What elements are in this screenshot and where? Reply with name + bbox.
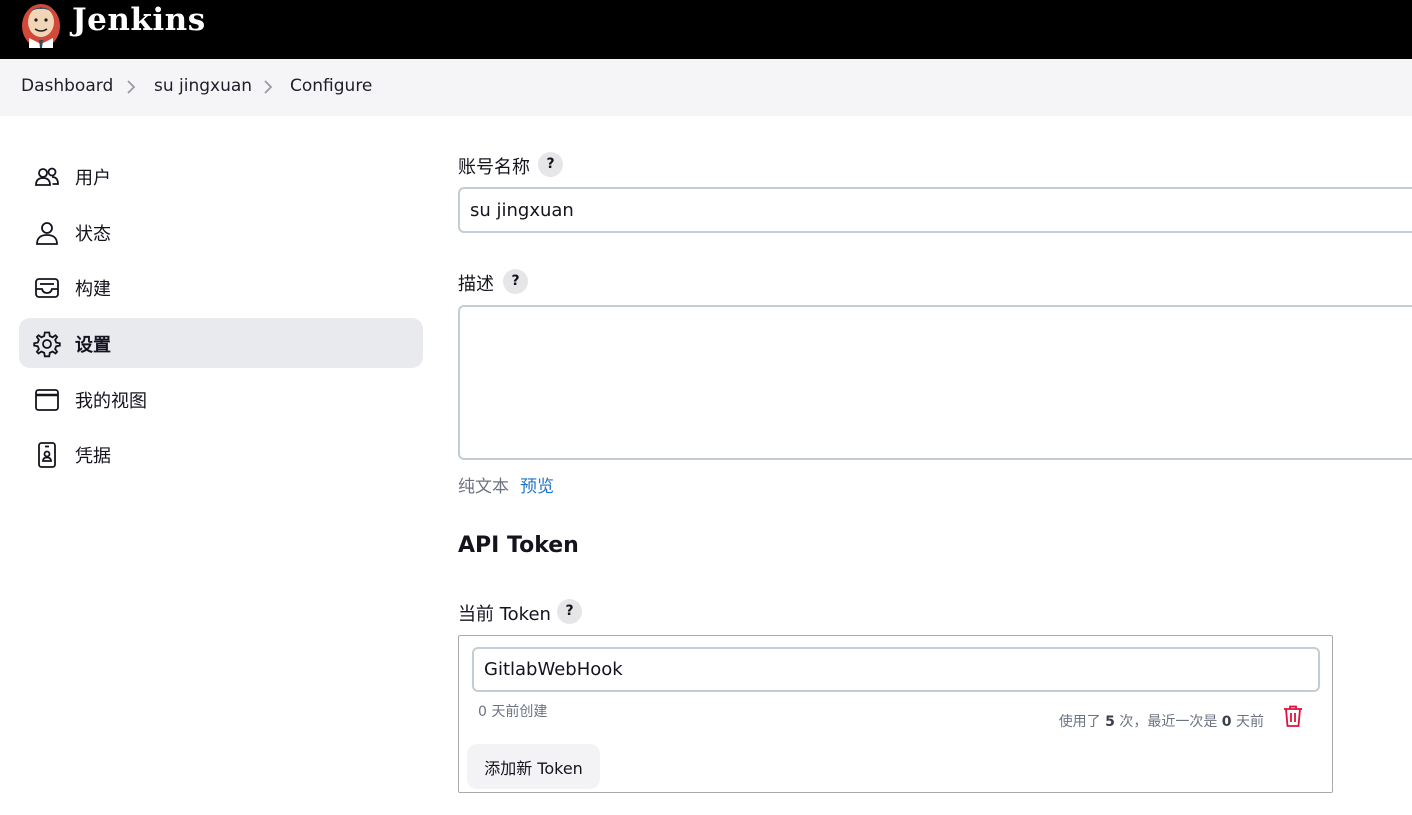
chevron-right-icon bbox=[264, 80, 273, 94]
current-token-help-button[interactable]: ? bbox=[557, 599, 582, 624]
sidebar-item-label: 用户 bbox=[75, 168, 111, 189]
sidebar-item-credentials[interactable]: 凭据 bbox=[19, 429, 423, 479]
breadcrumb: Dashboard su jingxuan Configure bbox=[0, 59, 1412, 116]
sidebar-item-settings[interactable]: 设置 bbox=[19, 318, 423, 368]
sidebar-item-label: 我的视图 bbox=[75, 391, 147, 412]
sidebar-item-status[interactable]: 状态 bbox=[19, 207, 423, 257]
token-list-box: 0 天前创建 使用了 5 次，最近一次是 0 天前 添加新 Token bbox=[458, 635, 1333, 793]
token-name-input[interactable] bbox=[472, 647, 1320, 692]
sidebar-item-label: 状态 bbox=[75, 224, 111, 245]
person-icon bbox=[36, 222, 58, 245]
breadcrumb-configure[interactable]: Configure bbox=[290, 76, 372, 96]
sidebar-item-builds[interactable]: 构建 bbox=[19, 262, 423, 312]
sidebar-item-users[interactable]: 用户 bbox=[19, 151, 423, 201]
description-label: 描述 bbox=[458, 274, 494, 295]
token-created-text: 0 天前创建 bbox=[478, 704, 548, 720]
chevron-right-icon bbox=[127, 80, 136, 94]
format-label: 纯文本 bbox=[458, 477, 509, 497]
description-textarea[interactable] bbox=[458, 305, 1412, 460]
breadcrumb-user[interactable]: su jingxuan bbox=[154, 76, 252, 96]
add-new-token-button[interactable]: 添加新 Token bbox=[467, 744, 600, 789]
preview-link[interactable]: 预览 bbox=[520, 472, 554, 497]
account-name-label: 账号名称 bbox=[458, 157, 530, 178]
trash-icon[interactable] bbox=[1282, 704, 1304, 728]
sidebar-item-my-views[interactable]: 我的视图 bbox=[19, 374, 423, 424]
users-icon bbox=[35, 167, 59, 186]
gear-icon bbox=[33, 331, 61, 358]
top-header: Jenkins bbox=[0, 0, 1412, 59]
description-help-button[interactable]: ? bbox=[503, 269, 528, 294]
sidebar-item-label: 凭据 bbox=[75, 446, 111, 467]
sidebar-item-label: 构建 bbox=[75, 279, 111, 300]
sidebar-item-label: 设置 bbox=[75, 335, 111, 356]
id-card-icon bbox=[38, 442, 56, 468]
window-icon bbox=[35, 389, 59, 411]
account-name-help-button[interactable]: ? bbox=[538, 152, 563, 177]
brand-title[interactable]: Jenkins bbox=[72, 2, 206, 38]
token-usage-text: 使用了 5 次，最近一次是 0 天前 bbox=[1058, 714, 1264, 730]
api-token-heading: API Token bbox=[458, 533, 579, 558]
breadcrumb-dashboard[interactable]: Dashboard bbox=[21, 76, 113, 96]
current-token-label: 当前 Token bbox=[458, 604, 551, 625]
inbox-icon bbox=[35, 278, 59, 298]
account-name-input[interactable] bbox=[458, 187, 1412, 233]
jenkins-logo-icon[interactable] bbox=[20, 0, 62, 50]
